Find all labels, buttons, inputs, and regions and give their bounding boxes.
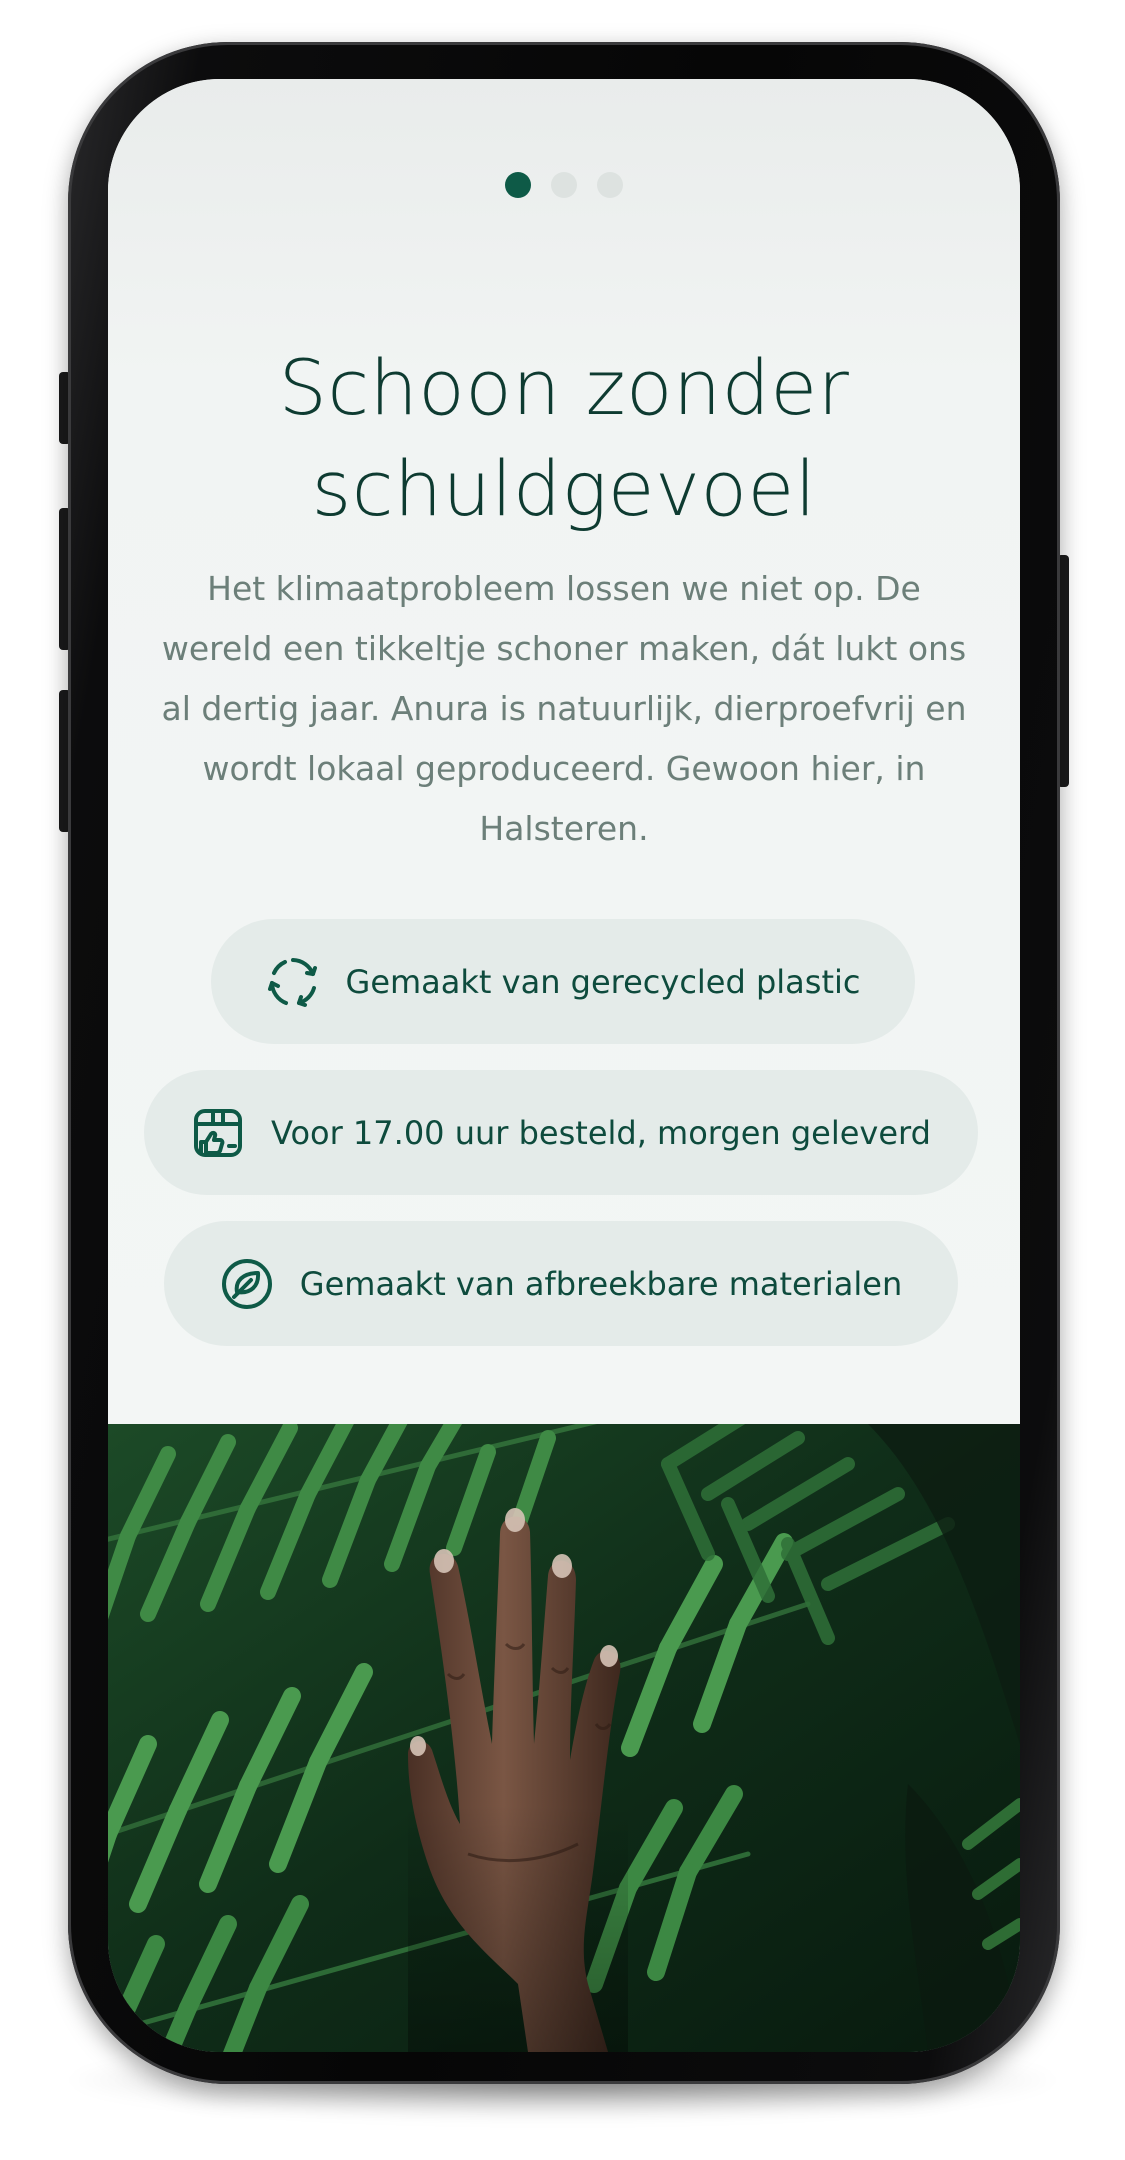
feature-recycled-plastic[interactable]: Gemaakt van gerecycled plastic	[211, 919, 915, 1044]
feature-label: Gemaakt van gerecycled plastic	[345, 962, 861, 1001]
delivery-box-icon	[191, 1106, 245, 1160]
phone-screen: Schoon zonder schuldgevoel Het klimaatpr…	[108, 79, 1020, 2052]
feature-label: Voor 17.00 uur besteld, morgen geleverd	[271, 1113, 931, 1152]
leaf-icon	[220, 1257, 274, 1311]
slide-description: Het klimaatprobleem lossen we niet op. D…	[161, 569, 967, 848]
hero-photo-hand-on-fern	[108, 1424, 1020, 2052]
carousel-dot-2[interactable]	[551, 172, 577, 198]
carousel-dot-1[interactable]	[505, 172, 531, 198]
feature-next-day-delivery[interactable]: Voor 17.00 uur besteld, morgen geleverd	[144, 1070, 978, 1195]
slide-title: Schoon zonder schuldgevoel	[278, 343, 850, 533]
recycle-icon	[266, 955, 320, 1009]
feature-label: Gemaakt van afbreekbare materialen	[299, 1264, 903, 1303]
carousel-indicator	[108, 172, 1020, 198]
mockup-stage: Schoon zonder schuldgevoel Het klimaatpr…	[0, 0, 1125, 2160]
carousel-dot-3[interactable]	[597, 172, 623, 198]
feature-degradable-materials[interactable]: Gemaakt van afbreekbare materialen	[164, 1221, 958, 1346]
onboarding-slide: Schoon zonder schuldgevoel Het klimaatpr…	[108, 79, 1020, 1424]
